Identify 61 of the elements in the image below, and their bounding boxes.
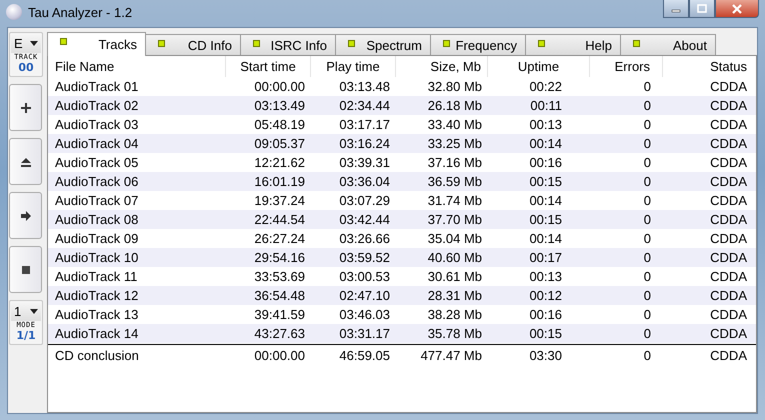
indicator-icon (538, 40, 545, 47)
tab[interactable]: Frequency (430, 34, 526, 55)
minimize-button[interactable] (663, 0, 689, 18)
summary-cell-text: CD conclusion (54, 348, 140, 362)
indicator-icon (443, 40, 450, 47)
tab[interactable]: CD Info (145, 34, 241, 55)
column-header[interactable]: Play time (311, 56, 396, 77)
indicator-icon (348, 40, 355, 47)
tab[interactable]: Spectrum (335, 34, 431, 55)
table-row[interactable]: AudioTrack 03 05:48.19 03:17.17 33.40 Mb 00:13 0 CDDA (48, 115, 756, 134)
app-icon (6, 4, 22, 20)
indicator-icon (253, 40, 260, 47)
mode-value: 1/1 (16, 330, 36, 342)
table-row[interactable]: AudioTrack 09 26:27.24 03:26.66 35.04 Mb 00:14 0 CDDA (48, 229, 756, 248)
column-header[interactable]: File Name (48, 56, 226, 77)
table-row[interactable]: AudioTrack 10 29:54.16 03:59.52 40.60 Mb 00:17 0 CDDA (48, 248, 756, 267)
indicator-icon (158, 40, 165, 47)
track-number: 00 (18, 62, 34, 74)
summary-cell-text: 46:59.05 (338, 348, 391, 362)
table-row[interactable]: AudioTrack 04 09:05.37 03:16.24 33.25 Mb 00:14 0 CDDA (48, 134, 756, 153)
summary-cell-text: 00:00.00 (253, 348, 306, 362)
summary-cell-text: 03:30 (528, 348, 563, 362)
table-row[interactable]: AudioTrack 01 00:00.00 03:13.48 32.80 Mb 00:22 0 CDDA (48, 77, 756, 96)
column-header[interactable]: Uptime (488, 56, 590, 77)
table-row[interactable]: AudioTrack 05 12:21.62 03:39.31 37.16 Mb 00:16 0 CDDA (48, 153, 756, 172)
tab[interactable]: About (620, 34, 716, 55)
tab[interactable]: Help (525, 34, 621, 55)
table-row[interactable]: AudioTrack 07 19:37.24 03:07.29 31.74 Mb 00:14 0 CDDA (48, 191, 756, 210)
plus-icon (20, 102, 30, 112)
table-row[interactable]: AudioTrack 13 39:41.59 03:46.03 38.28 Mb 00:16 0 CDDA (48, 305, 756, 324)
caret-icon (30, 41, 38, 46)
table-row[interactable]: AudioTrack 06 16:01.19 03:36.04 36.59 Mb 00:15 0 CDDA (48, 172, 756, 191)
column-header[interactable]: Status (663, 56, 756, 77)
table-row[interactable]: AudioTrack 12 36:54.48 02:47.10 28.31 Mb 00:12 0 CDDA (48, 286, 756, 305)
tab[interactable]: ISRC Info (240, 34, 336, 55)
maximize-button[interactable] (689, 0, 715, 18)
column-header[interactable]: Errors (590, 56, 663, 77)
table-row[interactable]: AudioTrack 14 43:27.63 03:31.17 35.78 Mb 00:15 0 CDDA (48, 324, 756, 343)
summary-cell-text: 477.47 Mb (420, 348, 483, 362)
column-header[interactable]: Size, Mb (396, 56, 488, 77)
arrow-button[interactable] (9, 192, 42, 239)
indicator-icon (60, 38, 67, 45)
close-icon (731, 4, 743, 14)
table-row[interactable]: AudioTrack 11 33:53.69 03:00.53 30.61 Mb 00:13 0 CDDA (48, 267, 756, 286)
summary-cell-text: 0 (642, 348, 652, 362)
close-button[interactable] (715, 0, 759, 18)
tab[interactable]: Tracks (47, 32, 146, 56)
indicator-icon (633, 40, 640, 47)
column-header[interactable]: Start time (226, 56, 311, 77)
stop-icon (20, 264, 30, 274)
eject-icon (20, 156, 30, 166)
eject-button[interactable] (9, 138, 42, 185)
summary-cell-text: CDDA (709, 348, 748, 362)
window-title: Tau Analyzer - 1.2 (28, 4, 134, 20)
caret-icon (30, 309, 38, 314)
plus-button[interactable] (9, 84, 42, 131)
table-row[interactable]: AudioTrack 08 22:44.54 03:42.44 37.70 Mb 00:15 0 CDDA (48, 210, 756, 229)
stop-button[interactable] (9, 246, 42, 293)
maximize-icon (696, 4, 708, 14)
arrow-icon (20, 210, 30, 220)
table-row[interactable]: AudioTrack 02 03:13.49 02:34.44 26.18 Mb 00:11 0 CDDA (48, 96, 756, 115)
